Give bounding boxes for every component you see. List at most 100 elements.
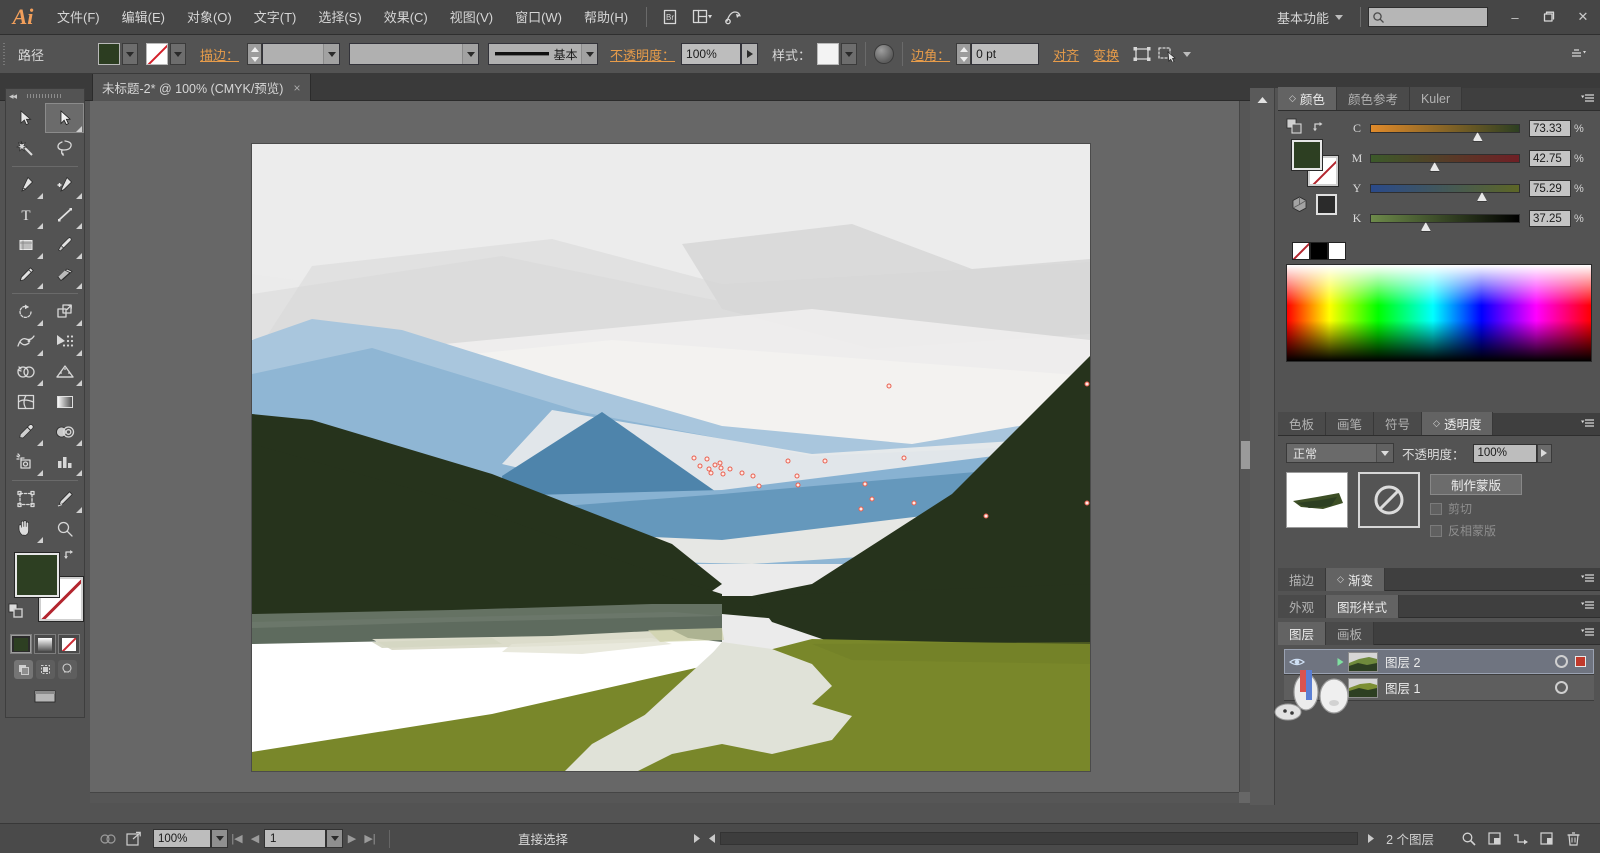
anchor-point[interactable] [901, 455, 907, 460]
stroke-swatch-control[interactable] [146, 43, 187, 65]
chevron-down-icon[interactable] [581, 44, 598, 64]
value-m[interactable]: 42.75 [1529, 150, 1571, 167]
transparency-opacity-flyout[interactable] [1536, 443, 1552, 463]
layer-name[interactable]: 图层 1 [1385, 678, 1555, 697]
tool-slice[interactable] [45, 484, 84, 514]
stroke-weight-stepper[interactable] [247, 43, 263, 65]
screen-mode-button[interactable] [6, 687, 84, 705]
anchor-point[interactable] [911, 500, 917, 506]
scroll-left-icon[interactable] [704, 828, 720, 850]
anchor-point[interactable] [750, 473, 756, 479]
stroke-profile-combo[interactable] [349, 43, 480, 65]
anchor-point[interactable] [691, 455, 697, 461]
selection-indicator[interactable] [1575, 656, 1586, 667]
tool-shape-builder[interactable] [6, 357, 45, 387]
menu-effect[interactable]: 效果(C) [373, 0, 439, 35]
share-icon[interactable] [121, 828, 147, 850]
search-input[interactable] [1368, 7, 1488, 27]
value-k[interactable]: 37.25 [1529, 210, 1571, 227]
menu-window[interactable]: 窗口(W) [504, 0, 573, 35]
anchor-point[interactable] [822, 458, 828, 464]
menu-select[interactable]: 选择(S) [307, 0, 372, 35]
close-icon[interactable]: × [293, 81, 300, 95]
chevron-down-icon[interactable] [462, 44, 479, 64]
arrange-documents-icon[interactable] [689, 5, 715, 29]
tool-perspective-grid[interactable] [45, 357, 84, 387]
expand-layer-icon[interactable] [1332, 657, 1348, 667]
value-c[interactable]: 73.33 [1529, 120, 1571, 137]
status-flyout-icon[interactable] [688, 828, 704, 850]
minimize-button[interactable]: – [1498, 4, 1532, 30]
tool-pencil[interactable] [6, 260, 45, 290]
mask-thumbnail[interactable] [1358, 472, 1420, 528]
target-indicator[interactable] [1555, 655, 1568, 668]
tool-direct-selection[interactable] [45, 103, 84, 133]
anchor-point[interactable] [727, 466, 733, 472]
swap-fill-stroke-icon[interactable] [63, 548, 79, 562]
target-indicator[interactable] [1555, 681, 1568, 694]
canvas-area[interactable] [90, 101, 1250, 803]
slider-k[interactable] [1370, 214, 1520, 232]
layer-row[interactable]: 图层 2 [1284, 649, 1594, 675]
artboard[interactable] [252, 144, 1090, 771]
color-mode-none[interactable] [58, 634, 80, 654]
delete-layer-icon[interactable] [1560, 828, 1586, 850]
menu-edit[interactable]: 编辑(E) [111, 0, 176, 35]
canvas-horizontal-scrollbar[interactable] [90, 792, 1239, 803]
anchor-point[interactable] [756, 483, 762, 489]
select-similar-objects-icon[interactable] [1155, 41, 1181, 67]
tool-free-transform[interactable] [45, 327, 84, 357]
anchor-point[interactable] [886, 383, 892, 389]
br-icon[interactable]: Br [657, 5, 683, 29]
anchor-point[interactable] [712, 462, 718, 468]
draw-normal-icon[interactable] [13, 660, 33, 679]
tab-swatches[interactable]: 色板 [1278, 412, 1327, 435]
value-y[interactable]: 75.29 [1529, 180, 1571, 197]
tab-appearance[interactable]: 外观 [1278, 594, 1327, 618]
opacity-value[interactable]: 100% [681, 43, 742, 65]
tool-symbol-sprayer[interactable] [6, 447, 45, 477]
tool-hand[interactable] [6, 514, 45, 544]
menu-file[interactable]: 文件(F) [46, 0, 111, 35]
graphic-style-swatch[interactable] [817, 43, 840, 65]
tool-artboard[interactable] [6, 484, 45, 514]
make-clipping-mask-icon[interactable] [1482, 828, 1508, 850]
cc-icon[interactable] [721, 5, 747, 29]
blend-mode-select[interactable]: 正常 [1286, 443, 1394, 463]
graphic-style-control[interactable] [817, 43, 858, 65]
tab-color[interactable]: ◇ 颜色 [1278, 87, 1337, 110]
anchor-point[interactable] [858, 506, 864, 512]
toolbar-fill-swatch[interactable] [15, 553, 59, 597]
corner-value[interactable]: 0 pt [971, 43, 1040, 65]
menu-help[interactable]: 帮助(H) [573, 0, 639, 35]
corner-label[interactable]: 边角： [911, 45, 950, 64]
slider-c[interactable] [1370, 124, 1520, 142]
anchor-point[interactable] [983, 513, 989, 519]
layer-row[interactable]: 图层 1 [1284, 675, 1594, 701]
fill-stroke-small-icon[interactable] [1286, 118, 1304, 134]
anchor-point[interactable] [794, 473, 800, 479]
fill-dropdown[interactable] [122, 43, 139, 65]
collapse-panel-icon[interactable]: ◂◂ [9, 91, 17, 102]
brush-definition-combo[interactable]: 基本 [488, 43, 599, 65]
tool-column-graph[interactable] [45, 447, 84, 477]
tool-scale[interactable] [45, 297, 84, 327]
tab-brushes[interactable]: 画笔 [1326, 412, 1375, 435]
draw-behind-icon[interactable] [35, 660, 55, 679]
tools-panel-grip[interactable] [6, 89, 84, 103]
tab-graphic-styles[interactable]: 图形样式 [1326, 594, 1400, 618]
tab-gradient[interactable]: ◇ 渐变 [1326, 567, 1385, 591]
opacity-label[interactable]: 不透明度： [610, 45, 675, 64]
anchor-point[interactable] [869, 496, 875, 502]
tab-symbols[interactable]: 符号 [1374, 412, 1423, 435]
panel-menu-icon[interactable] [1581, 573, 1595, 585]
first-page-icon[interactable]: |◀ [228, 828, 246, 850]
anchor-point[interactable] [708, 470, 714, 476]
control-bar-grip[interactable] [0, 35, 8, 74]
swap-fill-stroke-icon[interactable] [1312, 119, 1329, 134]
chevron-down-icon[interactable] [1376, 444, 1393, 462]
anchor-point[interactable] [1084, 500, 1090, 506]
tool-type[interactable]: T [6, 200, 45, 230]
default-fill-stroke-icon[interactable] [8, 603, 24, 619]
tool-pen[interactable] [6, 170, 45, 200]
